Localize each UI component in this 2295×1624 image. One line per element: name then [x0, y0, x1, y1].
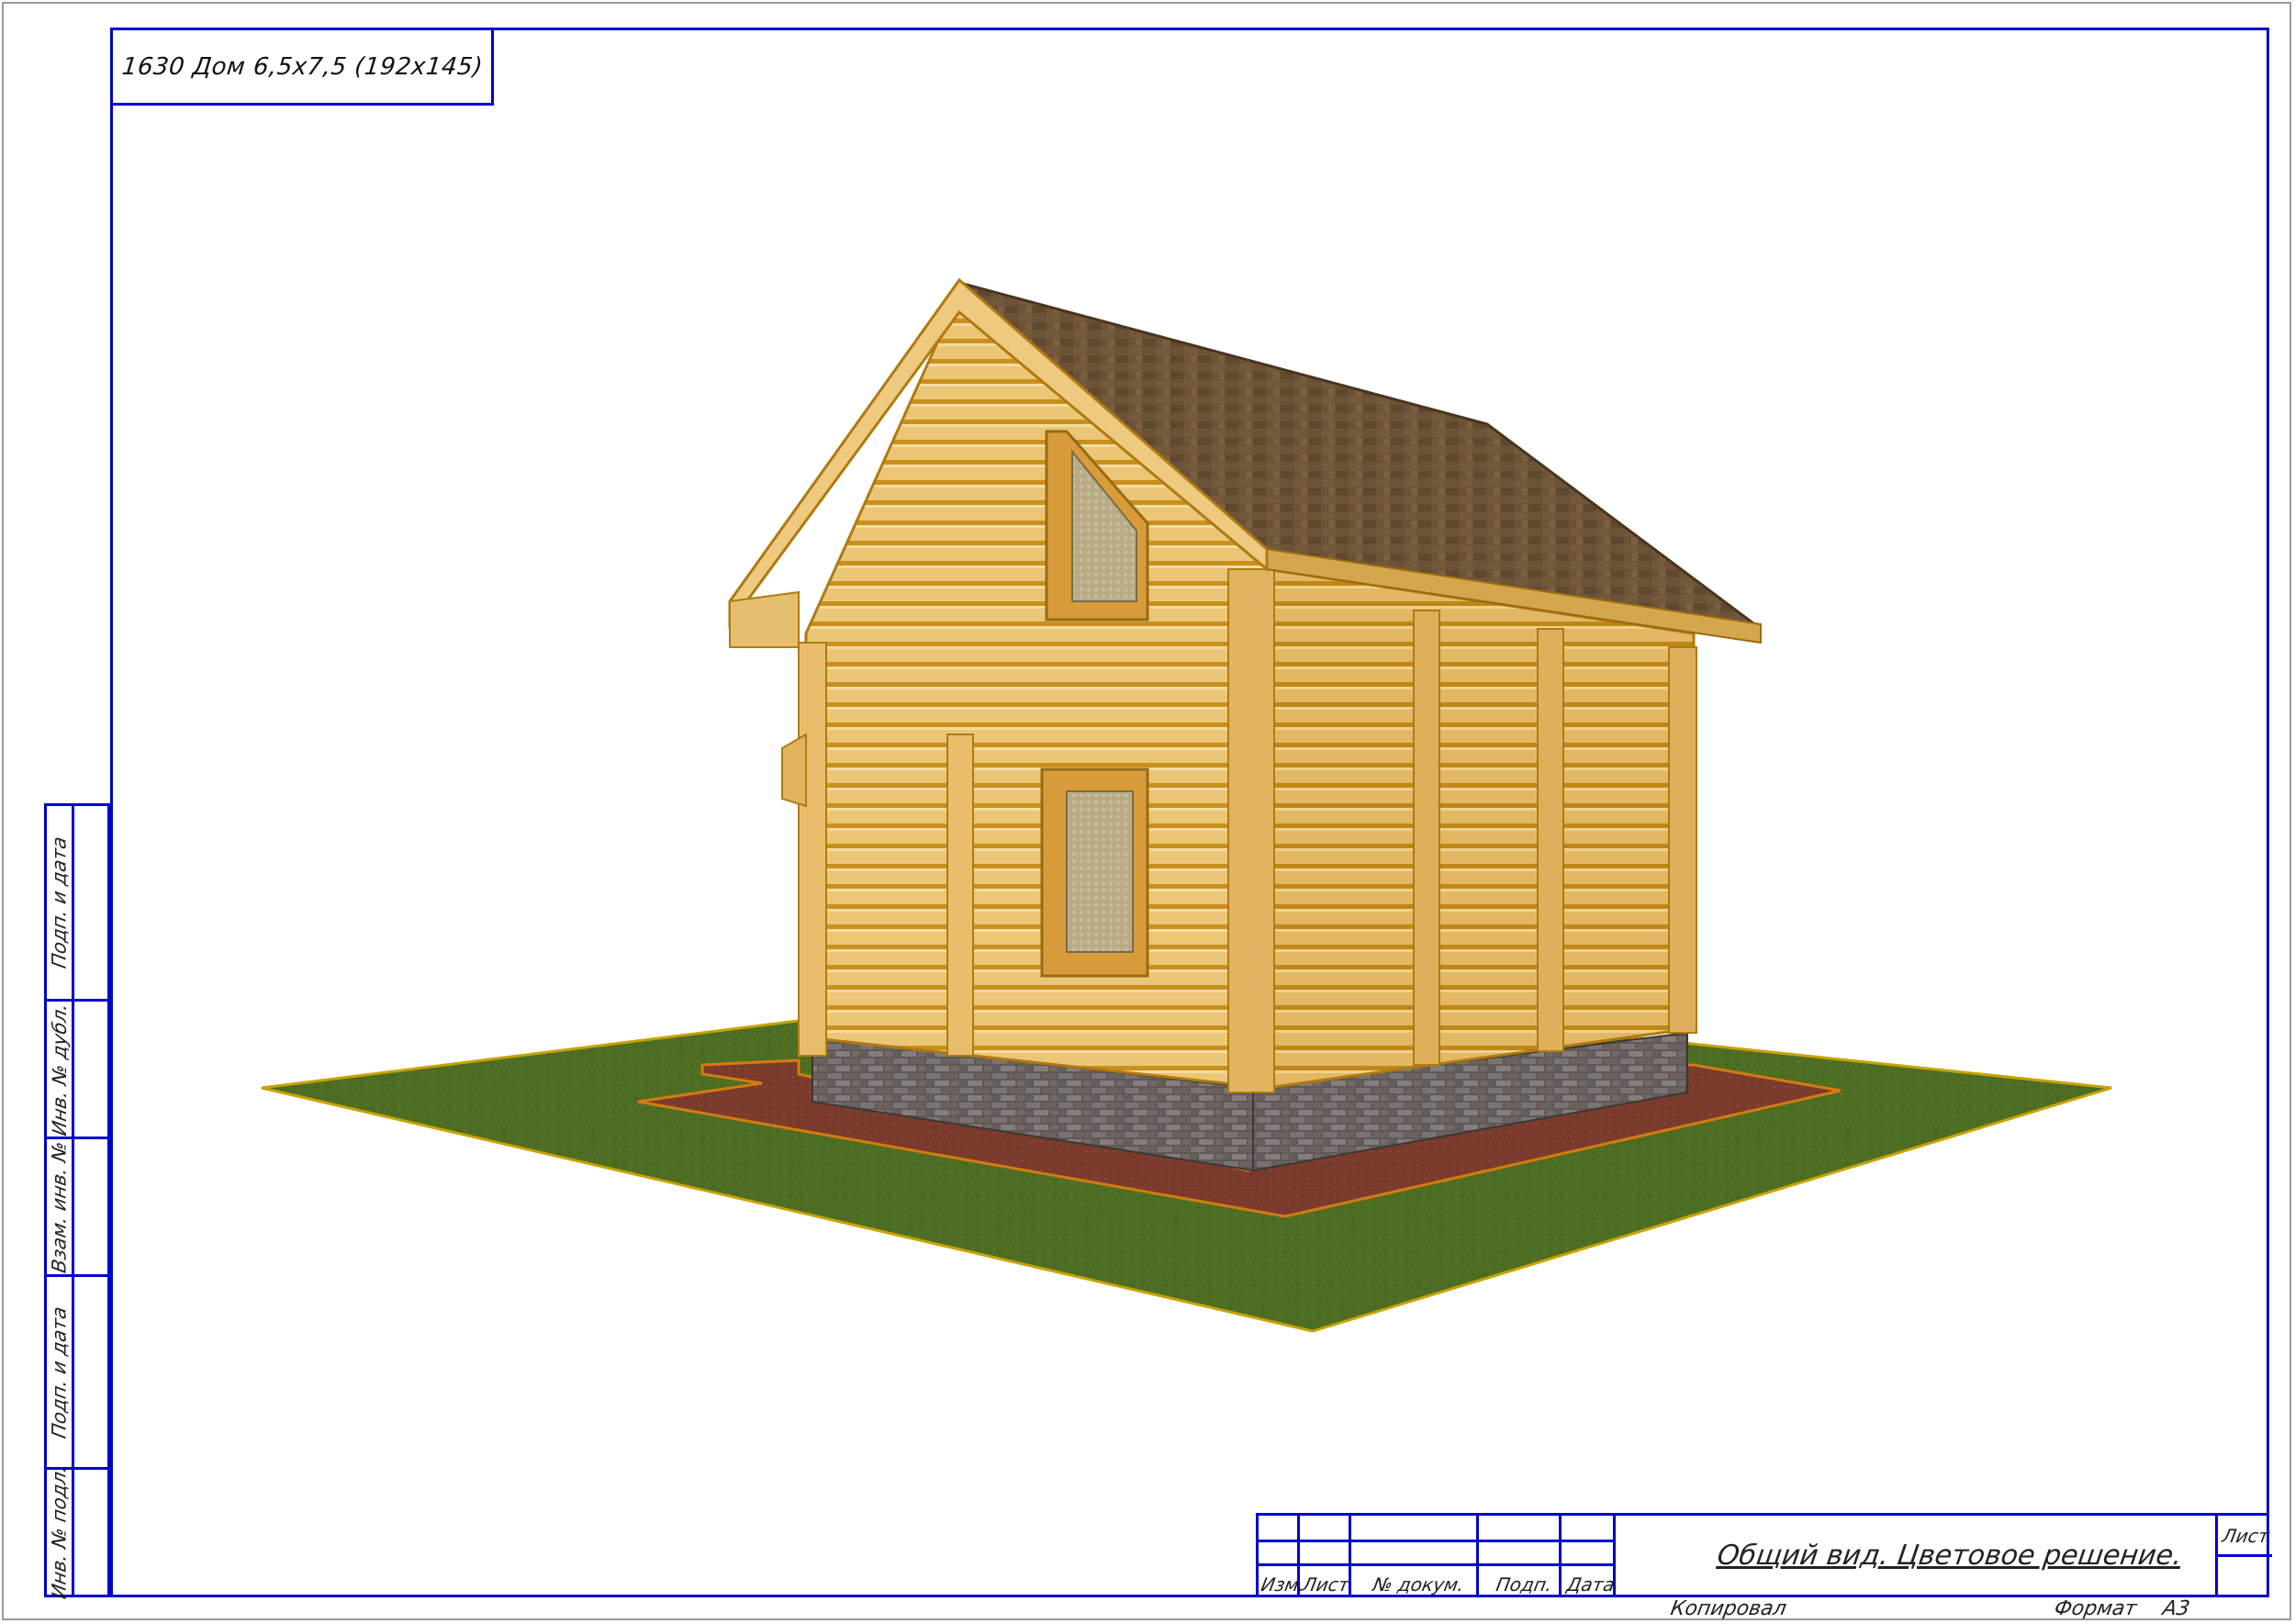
tb-grid-line [1259, 1563, 1616, 1566]
tb-col-signature: Подп. [1494, 1574, 1554, 1596]
tb-col-date: Дата [1564, 1574, 1617, 1596]
strip-entry [74, 1274, 107, 1467]
drawing-frame [110, 28, 2269, 1597]
title-block: Изм. Лист № докум. Подп. Дата Общий вид.… [1256, 1513, 2272, 1597]
strip-label: Взам. инв. № [48, 1139, 71, 1274]
strip-label: Инв. № подл. [48, 1463, 71, 1601]
tb-col-doc-number: № докум. [1371, 1574, 1466, 1596]
copied-label: Копировал [1668, 1597, 1788, 1620]
strip-cell-dup-inv: Инв. № дубл. [47, 999, 72, 1137]
strip-cell-replace-inv: Взам. инв. № [47, 1137, 72, 1274]
sheet-title: Общий вид. Цветовое решение. [1715, 1540, 2185, 1572]
tb-grid-line [1559, 1516, 1562, 1597]
strip-label: Подп. и дата [48, 1304, 71, 1440]
tb-grid-line [1259, 1540, 1616, 1542]
strip-label: Инв. № дубл. [48, 1001, 71, 1137]
strip-cell-sign-date-2: Подп. и дата [47, 1274, 72, 1467]
format-value: А3 [2160, 1597, 2192, 1620]
strip-label: Подп. и дата [48, 834, 71, 970]
format-label: Формат [2052, 1597, 2139, 1620]
project-title: 1630 Дом 6,5х7,5 (192х145) [120, 52, 484, 81]
tb-grid-line [2215, 1554, 2272, 1557]
sheet-number-label: Лист [2220, 1525, 2271, 1547]
drawing-sheet: 1630 Дом 6,5х7,5 (192х145) Подп. и дата … [0, 0, 2295, 1624]
left-stamp-strip: Подп. и дата Инв. № дубл. Взам. инв. № П… [44, 803, 110, 1601]
tb-col-sheet: Лист [1300, 1574, 1351, 1596]
strip-entry [74, 999, 107, 1137]
tb-col-change: Изм. [1259, 1574, 1307, 1596]
strip-cell-orig-inv: Инв. № подл. [47, 1463, 72, 1601]
strip-entry [74, 1137, 107, 1274]
strip-cell-sign-date-1: Подп. и дата [47, 806, 72, 999]
project-title-box: 1630 Дом 6,5х7,5 (192х145) [110, 28, 494, 106]
tb-grid-line [1476, 1516, 1479, 1597]
strip-entry [74, 1467, 107, 1595]
